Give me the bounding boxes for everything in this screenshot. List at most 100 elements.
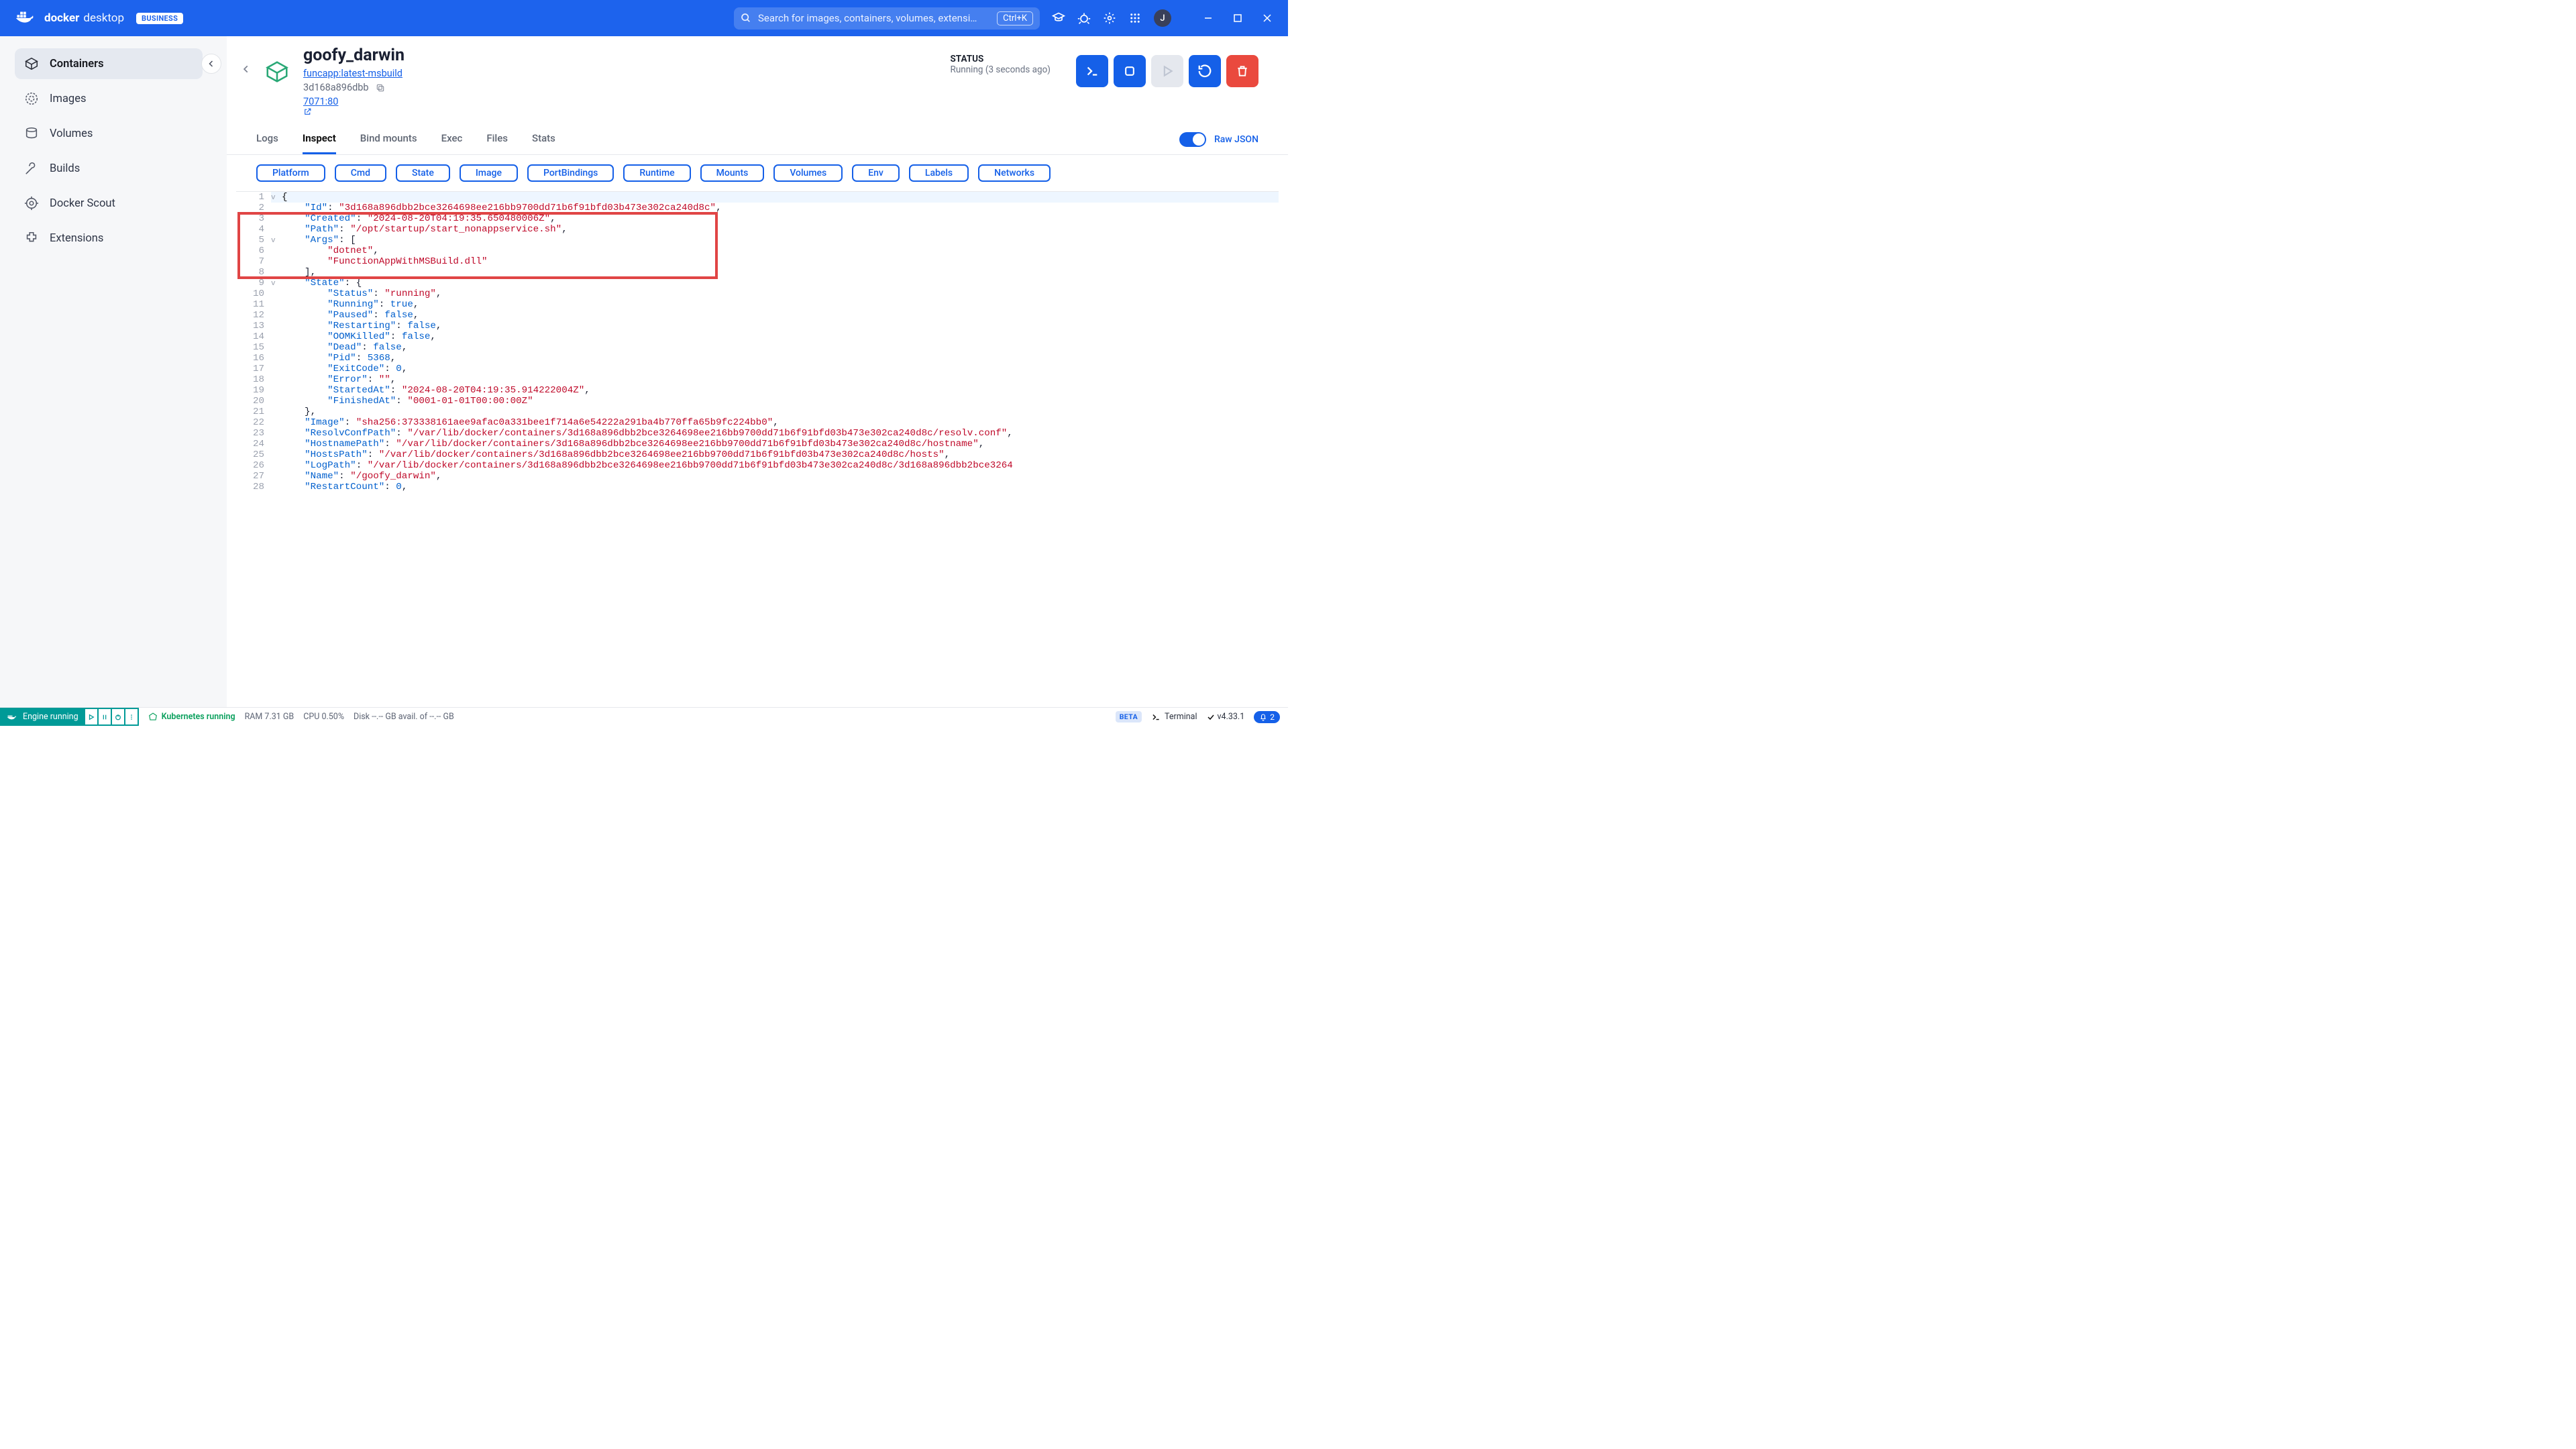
chip-cmd[interactable]: Cmd <box>335 164 386 182</box>
sidebar-item-containers[interactable]: Containers <box>15 48 203 79</box>
search-icon <box>741 13 751 23</box>
window-close-icon[interactable] <box>1263 13 1272 23</box>
port-link[interactable]: 7071:80 <box>303 96 937 116</box>
tab-files[interactable]: Files <box>486 124 508 154</box>
cpu-usage: CPU 0.50% <box>303 712 344 722</box>
version-label: v4.33.1 <box>1218 712 1245 722</box>
code-row: 26 "LogPath": "/var/lib/docker/container… <box>236 460 1279 471</box>
window-maximize-icon[interactable] <box>1233 13 1242 23</box>
chip-portbindings[interactable]: PortBindings <box>527 164 614 182</box>
engine-status[interactable]: Engine running <box>0 708 85 726</box>
code-row: 17 "ExitCode": 0, <box>236 364 1279 374</box>
start-button <box>1151 55 1183 87</box>
chip-env[interactable]: Env <box>852 164 900 182</box>
code-row: 18 "Error": "", <box>236 374 1279 385</box>
container-name: goofy_darwin <box>303 46 937 65</box>
tab-bindmounts[interactable]: Bind mounts <box>360 124 417 154</box>
highlight-outline <box>237 212 718 279</box>
exec-button[interactable] <box>1076 55 1108 87</box>
chip-platform[interactable]: Platform <box>256 164 325 182</box>
sidebar-item-volumes[interactable]: Volumes <box>15 118 203 149</box>
code-row: 12 "Paused": false, <box>236 310 1279 321</box>
sidebar-item-label: Volumes <box>50 127 93 140</box>
version[interactable]: v4.33.1 <box>1207 712 1245 722</box>
status-bar: Engine running Kubernetes running RAM 7.… <box>0 707 1288 726</box>
avatar[interactable]: J <box>1154 9 1171 27</box>
image-layers-icon <box>24 91 39 106</box>
tab-inspect[interactable]: Inspect <box>303 124 336 154</box>
search-input[interactable]: Search for images, containers, volumes, … <box>734 7 1040 30</box>
container-icon <box>24 56 39 71</box>
json-viewer[interactable]: 1v{2 "Id": "3d168a896dbb2bce3264698ee216… <box>236 191 1279 707</box>
stop-button[interactable] <box>1114 55 1146 87</box>
restart-button[interactable] <box>1189 55 1221 87</box>
main-pane: goofy_darwin funcapp:latest-msbuild 3d16… <box>227 36 1288 707</box>
sidebar-collapse-button[interactable] <box>201 54 221 74</box>
sidebar-item-label: Images <box>50 93 86 105</box>
product-light: desktop <box>83 11 124 25</box>
k8s-status[interactable]: Kubernetes running <box>148 712 235 722</box>
tab-exec[interactable]: Exec <box>441 124 463 154</box>
chip-runtime[interactable]: Runtime <box>623 164 690 182</box>
copy-icon[interactable] <box>376 83 385 93</box>
sidebar: Containers Images Volumes Builds Docker … <box>0 36 227 707</box>
sidebar-item-scout[interactable]: Docker Scout <box>15 188 203 219</box>
chip-mounts[interactable]: Mounts <box>700 164 765 182</box>
code-row: 15 "Dead": false, <box>236 342 1279 353</box>
engine-more-button[interactable] <box>124 708 139 726</box>
scout-icon <box>24 196 39 211</box>
code-row: 22 "Image": "sha256:373338161aee9afac0a3… <box>236 417 1279 428</box>
code-row: 11 "Running": true, <box>236 299 1279 310</box>
whale-small-icon <box>7 713 17 721</box>
extensions-icon <box>24 231 39 246</box>
engine-pause-button[interactable] <box>97 708 112 726</box>
engine-text: Engine running <box>23 712 78 722</box>
code-row: 20 "FinishedAt": "0001-01-01T00:00:00Z" <box>236 396 1279 407</box>
apps-grid-icon[interactable] <box>1128 11 1142 25</box>
code-row: 28 "RestartCount": 0, <box>236 482 1279 492</box>
status-label: STATUS <box>951 54 1051 64</box>
code-row: 10 "Status": "running", <box>236 288 1279 299</box>
product-name: docker desktop <box>44 11 124 25</box>
code-row: 24 "HostnamePath": "/var/lib/docker/cont… <box>236 439 1279 449</box>
code-row: 19 "StartedAt": "2024-08-20T04:19:35.914… <box>236 385 1279 396</box>
k8s-icon <box>148 712 158 722</box>
sidebar-item-extensions[interactable]: Extensions <box>15 223 203 254</box>
business-badge: BUSINESS <box>136 13 183 24</box>
chip-state[interactable]: State <box>396 164 450 182</box>
tab-stats[interactable]: Stats <box>532 124 555 154</box>
image-link[interactable]: funcapp:latest-msbuild <box>303 68 937 79</box>
chip-labels[interactable]: Labels <box>909 164 969 182</box>
engine-play-button[interactable] <box>84 708 99 726</box>
ram-usage: RAM 7.31 GB <box>245 712 294 722</box>
learning-icon[interactable] <box>1052 11 1065 25</box>
back-button[interactable] <box>241 64 251 74</box>
chip-volumes[interactable]: Volumes <box>773 164 843 182</box>
delete-button[interactable] <box>1226 55 1258 87</box>
bug-icon[interactable] <box>1077 11 1091 25</box>
engine-power-button[interactable] <box>111 708 125 726</box>
volume-icon <box>24 126 39 141</box>
terminal-link[interactable]: Terminal <box>1151 712 1197 722</box>
chip-networks[interactable]: Networks <box>978 164 1051 182</box>
sidebar-item-builds[interactable]: Builds <box>15 153 203 184</box>
tab-logs[interactable]: Logs <box>256 124 278 154</box>
sidebar-item-label: Builds <box>50 162 80 175</box>
docker-whale-icon <box>15 11 36 25</box>
product-bold: docker <box>44 11 79 25</box>
search-shortcut: Ctrl+K <box>997 11 1033 25</box>
terminal-icon <box>1151 712 1161 722</box>
chip-image[interactable]: Image <box>460 164 518 182</box>
container-hash: 3d168a896dbb <box>303 82 369 93</box>
beta-badge: BETA <box>1116 711 1142 722</box>
avatar-initial: J <box>1160 13 1165 23</box>
sidebar-item-images[interactable]: Images <box>15 83 203 114</box>
window-minimize-icon[interactable] <box>1203 13 1213 23</box>
code-row: 14 "OOMKilled": false, <box>236 331 1279 342</box>
notifications-badge[interactable]: 2 <box>1254 711 1280 723</box>
terminal-label: Terminal <box>1165 712 1197 722</box>
notif-count: 2 <box>1270 712 1275 722</box>
raw-json-toggle[interactable] <box>1179 132 1206 147</box>
k8s-text: Kubernetes running <box>162 712 235 722</box>
gear-icon[interactable] <box>1103 11 1116 25</box>
